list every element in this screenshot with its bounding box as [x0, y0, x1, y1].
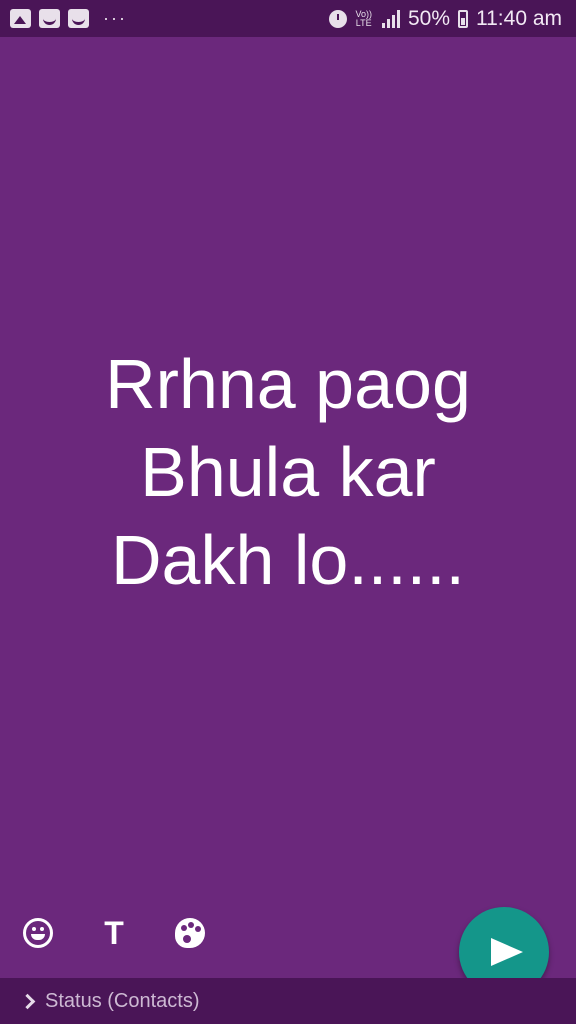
gallery-notification-icon	[10, 9, 31, 28]
clock: 11:40 am	[476, 6, 562, 30]
emoji-icon	[23, 918, 53, 948]
system-icons: Vo)) LTE 50% 11:40 am	[329, 7, 576, 31]
alarm-icon	[329, 9, 348, 28]
signal-icon	[380, 9, 400, 28]
status-text-line: Bhula kar	[140, 433, 436, 511]
emoji-notification-icon	[68, 9, 89, 28]
send-icon	[491, 938, 523, 966]
audience-bar[interactable]: Status (Contacts)	[0, 978, 576, 1024]
status-text-line: Rrhna paog	[105, 345, 471, 423]
battery-icon	[458, 9, 468, 28]
chevron-right-icon	[19, 993, 36, 1009]
audience-label: Status (Contacts)	[45, 989, 200, 1012]
notification-icons: ···	[0, 8, 127, 29]
status-text-input[interactable]: Rrhna paog Bhula kar Dakh lo......	[0, 340, 576, 604]
text-font-icon: T	[104, 914, 124, 951]
color-button[interactable]	[168, 908, 212, 958]
battery-percentage: 50%	[407, 6, 450, 30]
font-button[interactable]: T	[92, 908, 136, 958]
palette-icon	[175, 918, 205, 948]
more-notifications-icon: ···	[103, 8, 127, 28]
volte-icon: Vo)) LTE	[355, 9, 372, 28]
status-composer-screen: ··· Vo)) LTE 50% 11:40 am Rrhna paog Bhu…	[0, 0, 576, 1024]
emoji-button[interactable]	[16, 908, 60, 958]
volte-bottom-label: LTE	[355, 17, 372, 28]
status-bar: ··· Vo)) LTE 50% 11:40 am	[0, 0, 576, 37]
status-text-line: Dakh lo......	[110, 521, 466, 599]
emoji-notification-icon	[39, 9, 60, 28]
